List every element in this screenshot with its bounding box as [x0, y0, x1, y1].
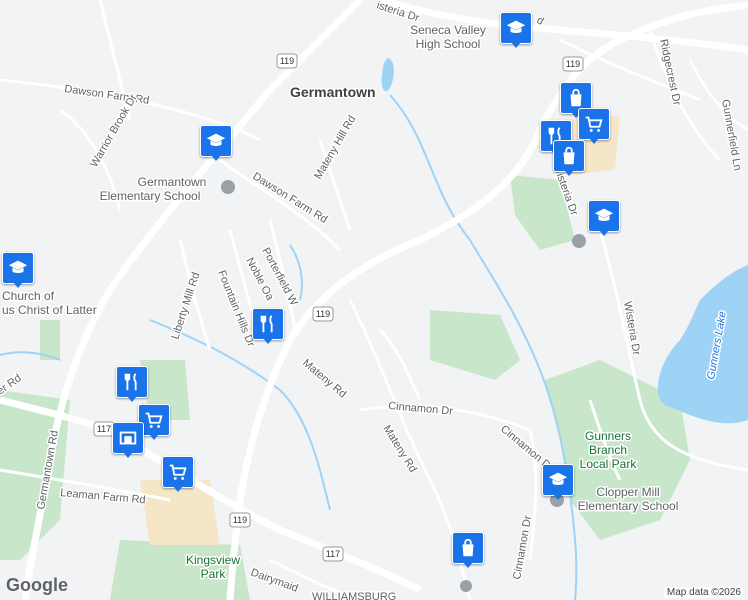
svg-text:119: 119	[316, 309, 330, 319]
route-shield: 119	[312, 306, 334, 322]
store-icon	[119, 431, 137, 445]
place-label-gunners-2: Branch	[589, 443, 627, 457]
place-label-clopper-mill-1: Clopper Mill	[596, 485, 659, 499]
svg-text:119: 119	[280, 56, 294, 66]
school-icon	[594, 208, 614, 222]
place-label-gunners-1: Gunners	[585, 429, 631, 443]
route-shield: 119	[562, 56, 584, 72]
restaurant-pin-mateny[interactable]	[252, 308, 284, 344]
place-label-clopper-mill-2: Elementary School	[578, 499, 679, 513]
map-canvas[interactable]: Germantown Dawson Farm Rd Dawson Farm Rd…	[0, 0, 748, 600]
school-pin-seneca-valley[interactable]	[500, 12, 532, 48]
school-dot	[221, 180, 235, 194]
shopping-bag-icon	[563, 146, 575, 165]
shopping-cart-icon	[145, 412, 163, 428]
restaurant-icon	[124, 373, 137, 391]
route-shield: 119	[229, 512, 251, 528]
restaurant-icon	[260, 315, 273, 333]
route-shield: 119	[276, 53, 298, 69]
place-label-germantown-elem-1: Germantown	[138, 175, 207, 189]
place-label-seneca-valley-2: High School	[416, 37, 481, 51]
school-icon	[548, 472, 568, 486]
svg-text:119: 119	[233, 515, 247, 525]
shopping-bag-icon	[462, 538, 474, 557]
city-label-germantown: Germantown	[290, 84, 376, 100]
shop-dot	[460, 580, 472, 592]
restaurant-pin-liberty[interactable]	[116, 366, 148, 402]
school-pin-church[interactable]	[2, 252, 34, 288]
place-label-church-2: us Christ of Latter	[2, 303, 97, 317]
place-label-gunners-3: Local Park	[580, 457, 638, 471]
shopping-cart-icon	[169, 464, 187, 480]
place-label-kingsview-1: Kingsview	[186, 553, 240, 567]
school-pin-clopper-mill[interactable]	[542, 464, 574, 500]
school-pin-germantown-elem[interactable]	[200, 125, 232, 161]
shopping-cart-pin-2[interactable]	[162, 456, 194, 492]
shopping-cart-icon	[585, 116, 603, 132]
place-label-seneca-valley-1: Seneca Valley	[410, 23, 486, 37]
map-data-attribution[interactable]: Map data ©2026	[663, 587, 744, 598]
place-label-church-1: Church of	[2, 289, 55, 303]
shopping-bag-icon	[570, 88, 582, 107]
svg-text:117: 117	[326, 549, 340, 559]
school-icon	[506, 20, 526, 34]
school-pin-wisteria[interactable]	[588, 200, 620, 236]
route-shield: 117	[322, 546, 344, 562]
school-icon	[8, 260, 28, 274]
shopping-pin-cluster-2[interactable]	[578, 108, 610, 144]
road-label-williamsburg: WILLIAMSBURG	[312, 591, 396, 600]
school-icon	[206, 133, 226, 147]
shopping-pin-south[interactable]	[452, 532, 484, 568]
place-label-kingsview-2: Park	[201, 567, 227, 581]
shopping-pin-bag[interactable]	[553, 140, 585, 176]
svg-text:119: 119	[566, 59, 580, 69]
shopping-pin-center[interactable]	[112, 422, 144, 458]
svg-text:117: 117	[97, 424, 111, 434]
place-label-germantown-elem-2: Elementary School	[100, 189, 201, 203]
school-dot	[572, 234, 586, 248]
google-logo: Google	[6, 575, 68, 595]
route-shield: 117	[93, 421, 115, 437]
